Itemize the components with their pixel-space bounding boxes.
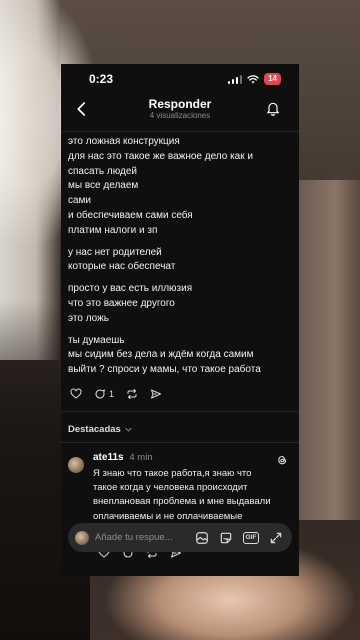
post-actions: 1 [61,378,299,402]
post-line: которые нас обеспечат [68,261,176,273]
top-nav: Responder 4 visualizaciones [61,94,299,132]
gif-icon[interactable]: GIF [243,531,259,544]
post-line: выйти ? спроси у мамы, что такое работа [68,364,261,376]
post-line: просто у вас есть иллюзия [68,283,193,295]
post-line: мы сидим без дела и ждём когда самим [68,349,254,361]
send-icon[interactable] [150,388,162,400]
bell-icon[interactable] [265,100,281,116]
post-line: и обеспечиваем сами себя [68,209,193,221]
status-icons: 14 [227,73,281,85]
reply-username[interactable]: ate11s [93,452,124,463]
post-line: что это важнее другого [68,297,175,309]
image-icon[interactable] [195,531,209,545]
post-line: спасать людей [68,165,137,177]
post-body: это ложная конструкция для нас это такое… [61,132,299,378]
sticker-icon[interactable] [219,531,233,545]
reply-composer: GIF [68,523,292,552]
threads-screen: 0:23 14 Responder 4 visualizaciones это … [61,64,299,576]
reply-count: 1 [109,388,115,399]
expand-icon[interactable] [269,531,283,545]
post-line: для нас это такое же важное дело как и [68,150,253,162]
reply-header: ate11s 4 min [93,452,299,463]
sort-dropdown[interactable]: Destacadas [61,412,299,438]
comment-button[interactable]: 1 [94,388,114,400]
comment-icon [95,389,105,399]
post-line: у нас нет родителей [68,246,162,258]
wifi-icon [247,74,259,83]
post-line: это ложная конструкция [68,136,180,147]
composer-tools: GIF [195,531,283,545]
view-count: 4 visualizaciones [149,111,211,120]
chevron-down-icon [125,428,132,433]
heart-icon[interactable] [70,388,82,400]
battery-indicator: 14 [264,73,281,85]
avatar[interactable] [68,456,84,473]
post-line: мы все делаем [68,180,139,192]
reply-time: 4 min [129,451,153,463]
post-line: сами [68,195,92,207]
repost-icon[interactable] [126,388,138,400]
avatar [75,530,89,545]
background-wall [298,180,360,520]
sort-label: Destacadas [68,424,121,436]
signal-icon [227,74,243,84]
reply-input[interactable] [95,532,175,543]
post-line: платим налоги и зп [68,224,158,236]
threads-icon[interactable] [275,453,289,467]
status-bar: 0:23 14 [61,64,299,94]
page-title: Responder [148,97,212,111]
post-line: ты думаешь [68,334,125,346]
post-line: это ложь [68,312,109,324]
status-time: 0:23 [89,72,114,86]
